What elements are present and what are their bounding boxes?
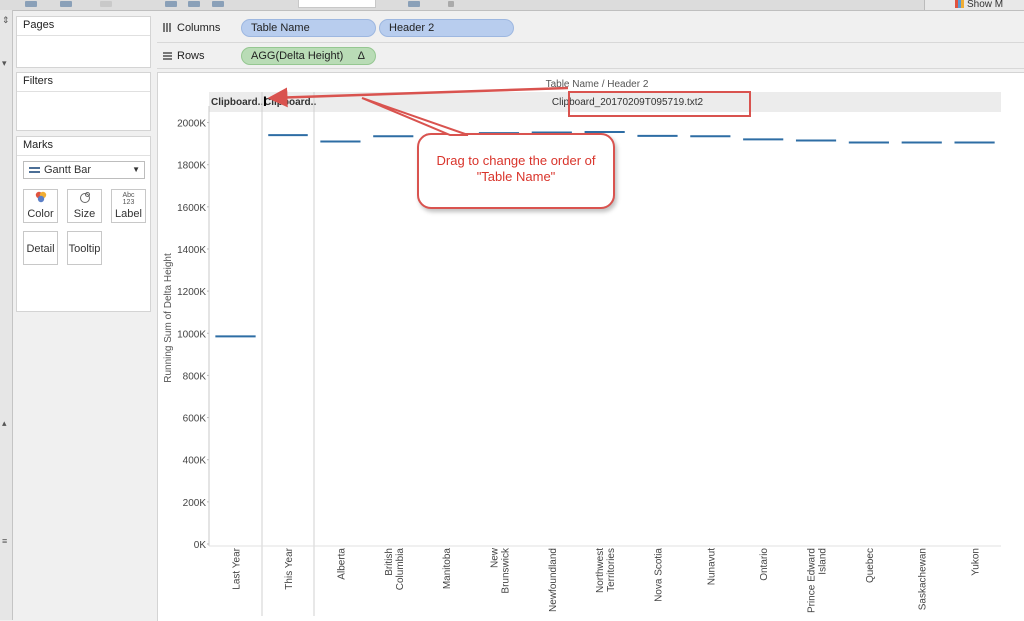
detail-label: Detail [26,243,55,255]
columns-icon [163,23,172,32]
rows-icon [163,51,172,60]
tooltip-button[interactable]: Tooltip [67,231,102,265]
show-me-icon [955,0,964,8]
grip-icon[interactable]: ≡ [2,536,7,546]
toolbar-icon[interactable] [212,1,224,7]
drag-callout: Drag to change the order of "Table Name" [417,133,615,209]
marks-title: Marks [17,137,150,156]
y-tick-label: 400K [183,456,207,467]
category-label: Nova Scotia [654,548,665,602]
label-button[interactable]: Abc 123 Label [111,189,146,223]
toolbar-icon[interactable] [165,1,177,7]
y-tick-label: 200K [183,498,207,509]
label-icon: Abc 123 [122,192,135,206]
dropdown-arrow-icon: ▼ [132,165,140,174]
pages-card[interactable]: Pages [16,16,151,68]
category-label: Manitoba [442,548,453,590]
pane-header: Clipboard.. [211,97,263,108]
columns-pill-table-name[interactable]: Table Name [241,19,376,37]
detail-button[interactable]: Detail [23,231,58,265]
gantt-icon [29,167,40,173]
filters-title: Filters [17,73,150,92]
left-collapse-strip[interactable]: ⇕ ▾ ▴ ≡ [0,10,13,620]
category-label: Island [818,548,829,575]
columns-shelf-label: Columns [163,22,220,34]
category-label: Northwest [595,548,606,593]
y-tick-label: 1400K [177,245,206,256]
category-label: Brunswick [500,547,511,594]
mark-type-value: Gantt Bar [44,164,92,176]
delta-icon: Δ [357,50,365,62]
rows-label: Rows [177,50,205,62]
columns-pill-header-2[interactable]: Header 2 [379,19,514,37]
y-axis-label: Running Sum of Delta Height [163,253,174,383]
shelf-divider [157,68,1024,69]
undo-icon[interactable] [25,1,37,7]
toolbar-icon[interactable] [188,1,200,7]
category-label: Nunavut [706,548,717,585]
y-tick-label: 1800K [177,161,206,172]
rows-shelf-label: Rows [163,50,205,62]
show-me-label: Show M [967,0,1004,10]
category-label: Yukon [971,548,982,576]
toolbar-icon[interactable] [100,1,112,7]
pages-title: Pages [17,17,150,36]
size-button[interactable]: Size [67,189,102,223]
pane-header: Clipboard.. [264,97,316,108]
marks-card: Marks Gantt Bar ▼ Color Size Abc 123 Lab… [16,136,151,312]
y-tick-label: 0K [194,540,207,551]
chevron-up-icon[interactable]: ▴ [2,418,7,429]
category-label: New [489,547,500,568]
size-icon [68,190,101,208]
y-tick-label: 800K [183,371,207,382]
color-button[interactable]: Color [23,189,58,223]
highlight-box [568,91,751,117]
toolbar-dropdown[interactable] [298,0,376,8]
category-label: Saskachewan [918,548,929,610]
category-label: Territories [606,548,617,592]
category-label: Last Year [232,547,243,589]
label-label: Label [115,208,142,220]
shelf-divider [157,42,1024,43]
toolbar [0,0,1024,11]
color-label: Color [27,208,54,220]
y-tick-label: 1200K [177,287,206,298]
expand-icon[interactable]: ⇕ [2,15,10,26]
y-tick-label: 1000K [177,329,206,340]
category-label: Columbia [395,548,406,591]
tooltip-label: Tooltip [68,243,101,255]
category-label: British [384,548,395,576]
filters-card[interactable]: Filters [16,72,151,131]
category-label: Newfoundland [548,548,559,612]
column-title: Table Name / Header 2 [546,79,649,90]
color-icon [24,190,57,208]
y-tick-label: 600K [183,414,207,425]
toolbar-icon[interactable] [60,1,72,7]
rows-pill-delta-height[interactable]: AGG(Delta Height) Δ [241,47,376,65]
category-label: This Year [284,547,295,589]
chevron-down-icon[interactable]: ▾ [2,58,7,69]
category-label: Quebec [865,548,876,583]
size-label: Size [73,208,96,220]
y-tick-label: 1600K [177,203,206,214]
y-tick-label: 2000K [177,119,206,130]
category-label: Alberta [336,548,347,580]
mark-type-dropdown[interactable]: Gantt Bar ▼ [23,161,145,179]
category-label: Ontario [759,548,770,581]
toolbar-icon[interactable] [408,1,420,7]
category-label: Prince Edward [807,548,818,613]
columns-label: Columns [177,22,221,34]
close-icon[interactable] [448,1,454,7]
rows-pill-label: AGG(Delta Height) [251,50,344,62]
show-me-button[interactable]: Show M [924,0,1024,10]
